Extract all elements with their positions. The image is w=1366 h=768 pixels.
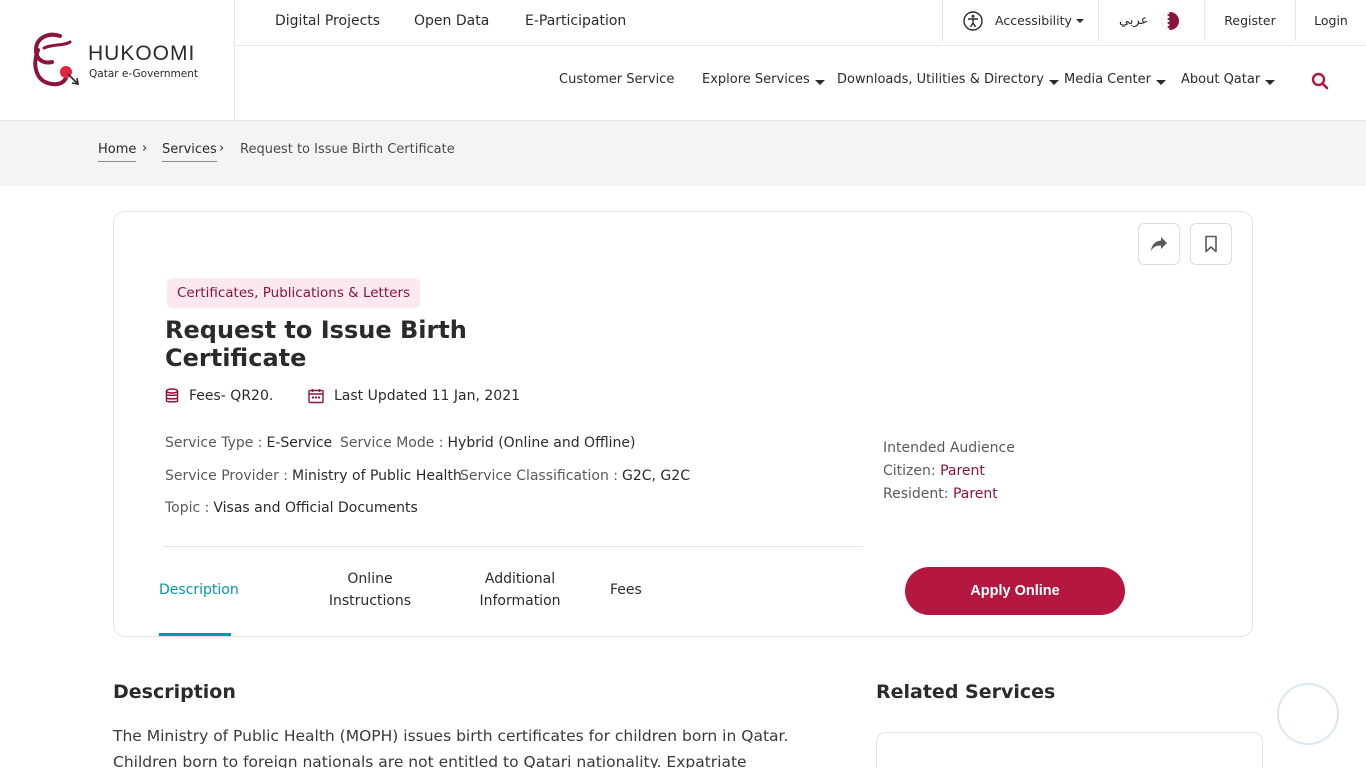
service-topic: Topic : Visas and Official Documents [165, 500, 418, 516]
nav-explore-services[interactable]: Explore Services [702, 72, 825, 87]
tab-description[interactable]: Description [159, 579, 239, 601]
tab-fees[interactable]: Fees [610, 579, 642, 601]
description-text: The Ministry of Public Health (MOPH) iss… [113, 727, 789, 768]
resident-label: Resident: [883, 486, 949, 502]
service-provider-value: Ministry of Public Health [292, 468, 462, 484]
related-services-card[interactable] [876, 732, 1263, 768]
chevron-down-icon [1048, 80, 1059, 85]
fees-meta: Fees- QR20. [165, 388, 273, 404]
breadcrumb-services[interactable]: Services [162, 142, 217, 162]
topic-label: Topic : [165, 500, 210, 516]
register-link[interactable]: Register [1204, 0, 1295, 41]
breadcrumb-home[interactable]: Home [98, 142, 137, 162]
search-icon[interactable] [1310, 71, 1330, 91]
service-provider: Service Provider : Ministry of Public Hea… [165, 468, 462, 484]
nav-about-qatar-label: About Qatar [1181, 72, 1261, 87]
top-utility-bar: Digital Projects Open Data E-Participati… [235, 0, 1366, 46]
tab-additional-information-line2: Information [479, 593, 561, 609]
tab-online-instructions[interactable]: Online Instructions [325, 568, 415, 612]
service-mode-label: Service Mode : [340, 435, 444, 451]
floating-chat-button[interactable] [1277, 683, 1339, 745]
language-switch[interactable]: عربي [1098, 0, 1204, 41]
top-link-e-participation[interactable]: E-Participation [525, 13, 626, 29]
login-label: Login [1314, 13, 1348, 28]
chevron-down-icon [1075, 18, 1084, 23]
service-title: Request to Issue Birth Certificate [165, 316, 467, 372]
tab-additional-information[interactable]: Additional Information [475, 568, 565, 612]
intended-audience: Intended Audience Citizen: Parent Reside… [883, 437, 1015, 506]
breadcrumb-separator: › [219, 141, 225, 156]
login-link[interactable]: Login [1295, 0, 1366, 41]
accessibility-label: Accessibility [995, 13, 1072, 28]
nav-customer-service[interactable]: Customer Service [559, 72, 674, 87]
qatar-flag-icon [1161, 11, 1180, 30]
service-classification-label: Service Classification : [460, 468, 618, 484]
service-card: Certificates, Publications & Letters Req… [113, 211, 1253, 637]
audience-citizen: Citizen: Parent [883, 460, 1015, 483]
audience-heading: Intended Audience [883, 440, 1015, 456]
service-mode-value: Hybrid (Online and Offline) [447, 435, 636, 451]
service-mode: Service Mode : Hybrid (Online and Offline… [340, 435, 635, 451]
nav-media-center[interactable]: Media Center [1064, 72, 1166, 87]
service-type-value: E-Service [266, 435, 333, 451]
calendar-icon [308, 389, 324, 404]
active-tab-indicator [159, 633, 231, 636]
chevron-down-icon [1265, 80, 1276, 85]
audience-resident: Resident: Parent [883, 483, 1015, 506]
accessibility-menu[interactable]: Accessibility [942, 0, 1098, 41]
logo-title: HUKOOMI [88, 42, 196, 65]
bookmark-icon [1205, 235, 1217, 253]
share-button[interactable] [1138, 223, 1180, 265]
service-type: Service Type : E-Service [165, 435, 332, 451]
service-classification-value: G2C, G2C [622, 468, 690, 484]
tab-additional-information-line1: Additional [484, 571, 556, 587]
top-link-digital-projects[interactable]: Digital Projects [275, 13, 380, 29]
tab-online-instructions-line1: Online [347, 571, 393, 587]
top-link-open-data[interactable]: Open Data [414, 13, 489, 29]
resident-value: Parent [952, 486, 998, 502]
main-nav: Customer Service Explore Services Downlo… [235, 46, 1366, 121]
apply-online-button[interactable]: Apply Online [905, 567, 1125, 615]
chevron-down-icon [1155, 80, 1166, 85]
breadcrumb: Home › Services › Request to Issue Birth… [0, 121, 1366, 186]
bookmark-button[interactable] [1190, 223, 1232, 265]
hukoomi-logo-icon [33, 32, 79, 87]
tab-online-instructions-line2: Instructions [328, 593, 412, 609]
nav-downloads-label: Downloads, Utilities & Directory [837, 72, 1044, 87]
last-updated-text: Last Updated 11 Jan, 2021 [334, 388, 521, 404]
share-icon [1151, 237, 1167, 251]
citizen-label: Citizen: [883, 463, 936, 479]
breadcrumb-current: Request to Issue Birth Certificate [240, 142, 455, 157]
breadcrumb-separator: › [142, 141, 148, 156]
related-services-heading: Related Services [876, 681, 1056, 703]
chevron-down-icon [814, 80, 825, 85]
nav-explore-services-label: Explore Services [702, 72, 810, 87]
service-provider-label: Service Provider : [165, 468, 288, 484]
accessibility-icon [963, 10, 983, 31]
service-type-label: Service Type : [165, 435, 263, 451]
last-updated-meta: Last Updated 11 Jan, 2021 [308, 388, 520, 404]
nav-downloads[interactable]: Downloads, Utilities & Directory [837, 72, 1059, 87]
language-label: عربي [1119, 13, 1149, 28]
service-classification: Service Classification : G2C, G2C [460, 468, 690, 484]
nav-media-center-label: Media Center [1064, 72, 1151, 87]
logo-subtitle: Qatar e-Government [89, 68, 199, 80]
category-chip[interactable]: Certificates, Publications & Letters [167, 278, 421, 308]
coins-icon [165, 388, 179, 403]
fees-text: Fees- QR20. [189, 388, 274, 404]
nav-about-qatar[interactable]: About Qatar [1181, 72, 1276, 87]
card-divider [163, 546, 863, 547]
citizen-value: Parent [940, 463, 985, 479]
register-label: Register [1224, 13, 1276, 28]
site-header: HUKOOMI Qatar e-Government Digital Proje… [0, 0, 1366, 121]
logo[interactable]: HUKOOMI Qatar e-Government [0, 0, 235, 121]
topic-value: Visas and Official Documents [213, 500, 418, 516]
description-heading: Description [113, 681, 236, 703]
